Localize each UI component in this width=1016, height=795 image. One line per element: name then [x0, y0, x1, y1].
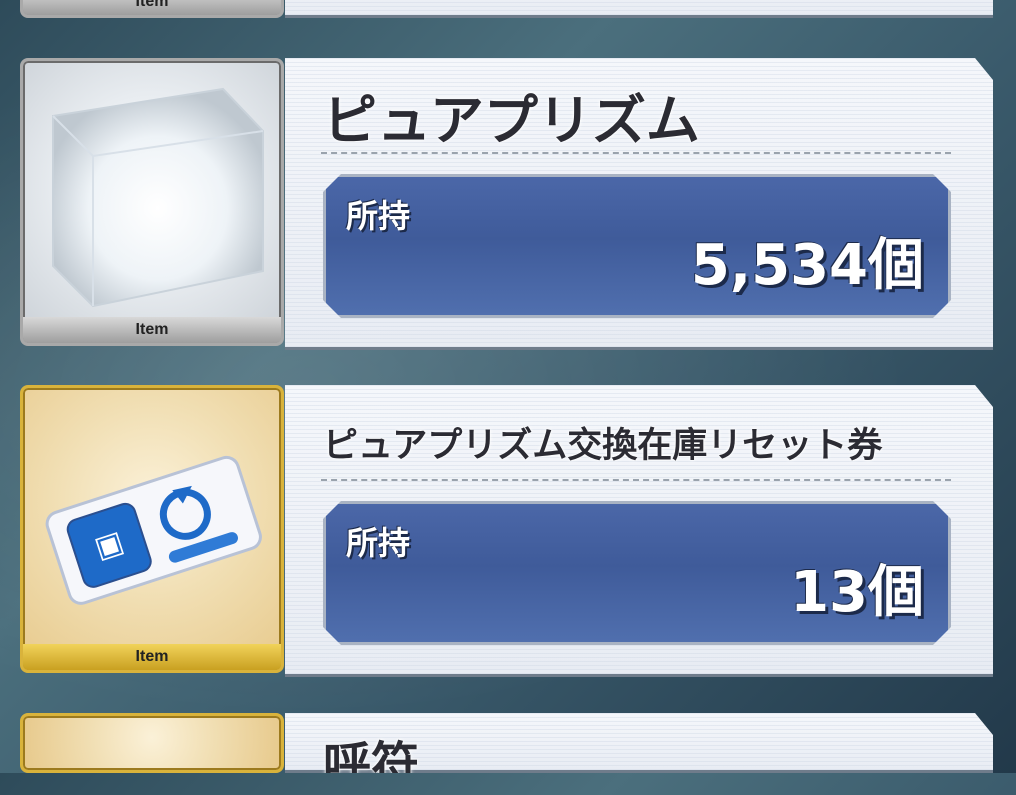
item-panel: 呼符: [285, 713, 993, 773]
item-name: ピュアプリズム交換在庫リセット券: [323, 426, 883, 466]
item-tag: Item: [23, 317, 281, 343]
item-card-pure-prism[interactable]: Item ピュアプリズム 所持 5,534個: [0, 58, 1016, 350]
item-name: ピュアプリズム: [323, 89, 700, 152]
item-panel: [285, 0, 993, 18]
item-panel: ピュアプリズム交換在庫リセット券 所持 13個: [285, 385, 993, 677]
name-divider: [321, 479, 951, 481]
item-card-reset-ticket[interactable]: ▣ Item ピュアプリズム交換在庫リセット券 所持 13個: [0, 385, 1016, 677]
owned-count: 13個: [790, 560, 924, 625]
ice-cube-icon: [52, 87, 264, 308]
item-panel: ピュアプリズム 所持 5,534個: [285, 58, 993, 350]
item-card-summon-ticket[interactable]: 呼符: [0, 713, 1016, 773]
owned-label: 所持: [346, 524, 411, 562]
item-thumbnail: [20, 713, 284, 773]
item-tag: Item: [23, 644, 281, 670]
item-name: 呼符: [323, 737, 420, 793]
item-thumbnail: Item: [20, 58, 284, 346]
owned-box: 所持 5,534個: [323, 174, 951, 318]
owned-box: 所持 13個: [323, 501, 951, 645]
item-thumbnail: Item: [20, 0, 284, 18]
name-divider: [321, 152, 951, 154]
item-thumbnail: ▣ Item: [20, 385, 284, 673]
item-tag: Item: [23, 0, 281, 15]
owned-count: 5,534個: [690, 233, 924, 298]
owned-label: 所持: [346, 197, 411, 235]
item-card-partial-top[interactable]: Item: [0, 0, 1016, 20]
reset-ticket-icon: ▣: [45, 455, 262, 605]
